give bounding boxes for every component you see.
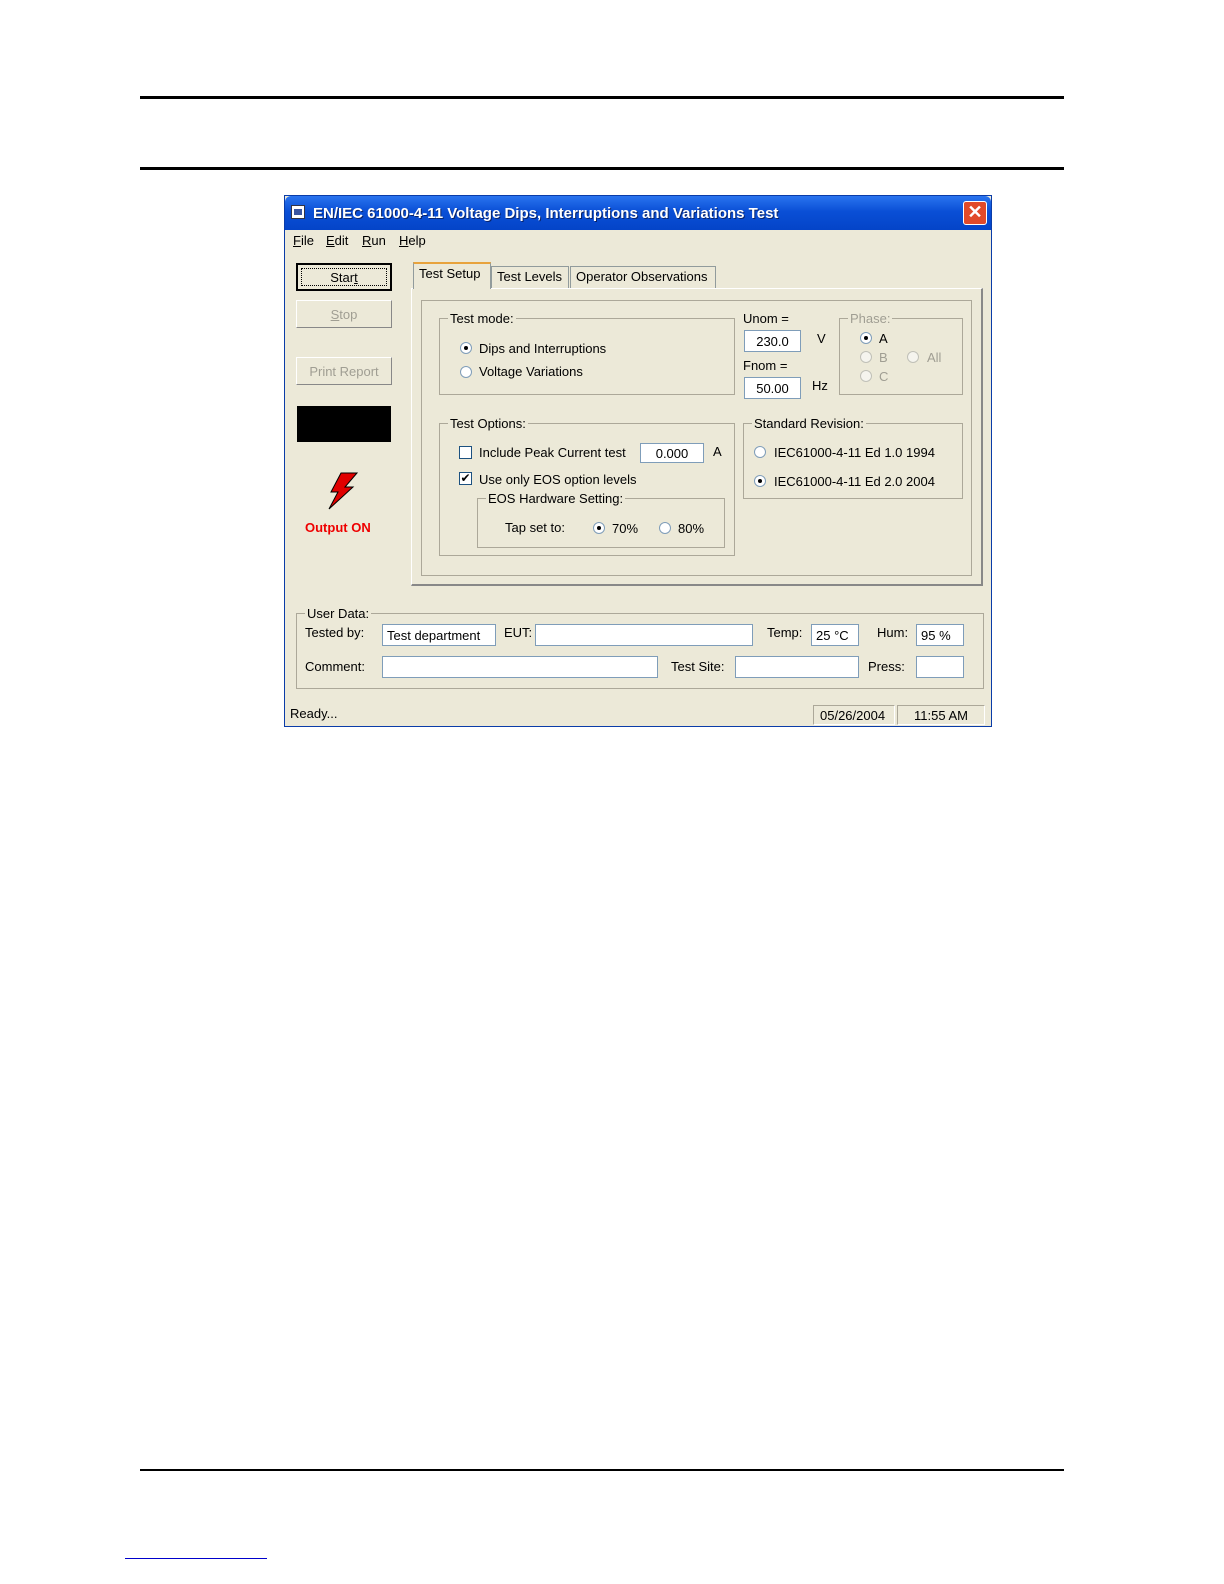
ed2-2004-label: IEC61000-4-11 Ed 2.0 2004 — [774, 474, 935, 489]
phase-b-label: B — [879, 350, 888, 365]
unom-label: Unom = — [743, 311, 789, 326]
press-input[interactable] — [916, 656, 964, 678]
comment-label: Comment: — [305, 659, 365, 674]
phase-a-label: A — [879, 331, 888, 346]
fnom-label: Fnom = — [743, 358, 788, 373]
ed2-2004-radio[interactable] — [754, 475, 766, 487]
fnom-unit: Hz — [812, 378, 828, 393]
phase-a-radio[interactable] — [860, 332, 872, 344]
lightning-bolt-icon — [328, 472, 359, 510]
tap-set-label: Tap set to: — [505, 520, 565, 535]
peak-current-input[interactable]: 0.000 — [640, 443, 704, 463]
window-title: EN/IEC 61000-4-11 Voltage Dips, Interrup… — [313, 205, 779, 222]
hum-input[interactable]: 95 % — [916, 624, 964, 646]
hum-label: Hum: — [877, 625, 909, 640]
peak-current-unit: A — [713, 444, 722, 459]
eut-input[interactable] — [535, 624, 753, 646]
tab-test-setup[interactable]: Test Setup — [413, 262, 491, 289]
fnom-input[interactable]: 50.00 — [744, 377, 801, 399]
tested-by-label: Tested by: — [305, 625, 365, 640]
check-mark-icon: ✔ — [460, 471, 471, 485]
test-mode-group: Test mode: — [439, 311, 735, 395]
phase-c-radio[interactable] — [860, 370, 872, 382]
menu-help[interactable]: Help — [399, 233, 426, 248]
footer-rule — [140, 1469, 1064, 1471]
output-indicator-display — [297, 406, 391, 442]
voltage-variations-label: Voltage Variations — [479, 364, 583, 379]
unom-unit: V — [817, 331, 826, 346]
app-icon — [291, 205, 305, 219]
eos-hardware-label: EOS Hardware Setting: — [486, 491, 626, 506]
phase-b-radio[interactable] — [860, 351, 872, 363]
test-options-label: Test Options: — [448, 416, 528, 431]
title-bar[interactable]: EN/IEC 61000-4-11 Voltage Dips, Interrup… — [285, 196, 991, 230]
stop-button[interactable]: Stop — [296, 300, 392, 328]
peak-current-checkbox[interactable] — [459, 446, 472, 459]
phase-all-label: All — [927, 350, 942, 365]
status-time: 11:55 AM — [897, 705, 985, 725]
tap-70-radio[interactable] — [593, 522, 605, 534]
tap-80-label: 80% — [678, 521, 705, 536]
tested-by-input[interactable]: Test department — [382, 624, 496, 646]
tap-70-label: 70% — [612, 521, 639, 536]
dips-interruptions-label: Dips and Interruptions — [479, 341, 607, 356]
tab-test-levels[interactable]: Test Levels — [491, 266, 569, 288]
menu-run[interactable]: Run — [362, 233, 386, 248]
temp-input[interactable]: 25 °C — [811, 624, 859, 646]
ed1-1994-radio[interactable] — [754, 446, 766, 458]
comment-input[interactable] — [382, 656, 658, 678]
app-window: EN/IEC 61000-4-11 Voltage Dips, Interrup… — [284, 195, 992, 727]
standard-revision-label: Standard Revision: — [752, 416, 866, 431]
header-rule-top — [140, 96, 1064, 99]
menu-bar: File Edit Run Help — [285, 230, 991, 250]
start-button[interactable]: Start — [296, 263, 392, 291]
tab-operator-observations[interactable]: Operator Observations — [570, 266, 716, 288]
phase-all-radio[interactable] — [907, 351, 919, 363]
voltage-variations-radio[interactable] — [460, 366, 472, 378]
phase-group: Phase: — [839, 311, 963, 395]
phase-c-label: C — [879, 369, 889, 384]
test-site-input[interactable] — [735, 656, 859, 678]
footer-link-underline — [125, 1558, 267, 1559]
output-status-label: Output ON — [305, 520, 371, 535]
print-report-button[interactable]: Print Report — [296, 357, 392, 385]
tap-80-radio[interactable] — [659, 522, 671, 534]
press-label: Press: — [868, 659, 905, 674]
menu-file[interactable]: File — [293, 233, 314, 248]
menu-edit[interactable]: Edit — [326, 233, 348, 248]
dips-interruptions-radio[interactable] — [460, 342, 472, 354]
ed1-1994-label: IEC61000-4-11 Ed 1.0 1994 — [774, 445, 935, 460]
phase-label: Phase: — [848, 311, 893, 326]
close-button[interactable]: ✕ — [963, 201, 987, 225]
eut-label: EUT: — [504, 625, 533, 640]
eos-only-checkbox[interactable]: ✔ — [459, 472, 472, 485]
status-date: 05/26/2004 — [813, 705, 895, 725]
close-icon: ✕ — [967, 202, 983, 222]
peak-current-label: Include Peak Current test — [479, 445, 626, 460]
user-data-label: User Data: — [305, 606, 372, 621]
status-text: Ready... — [290, 706, 338, 721]
temp-label: Temp: — [767, 625, 803, 640]
test-site-label: Test Site: — [671, 659, 725, 674]
unom-input[interactable]: 230.0 — [744, 330, 801, 352]
test-mode-label: Test mode: — [448, 311, 516, 326]
eos-only-label: Use only EOS option levels — [479, 472, 637, 487]
status-bar: Ready... 05/26/2004 11:55 AM — [285, 701, 991, 727]
header-rule-bottom — [140, 167, 1064, 170]
